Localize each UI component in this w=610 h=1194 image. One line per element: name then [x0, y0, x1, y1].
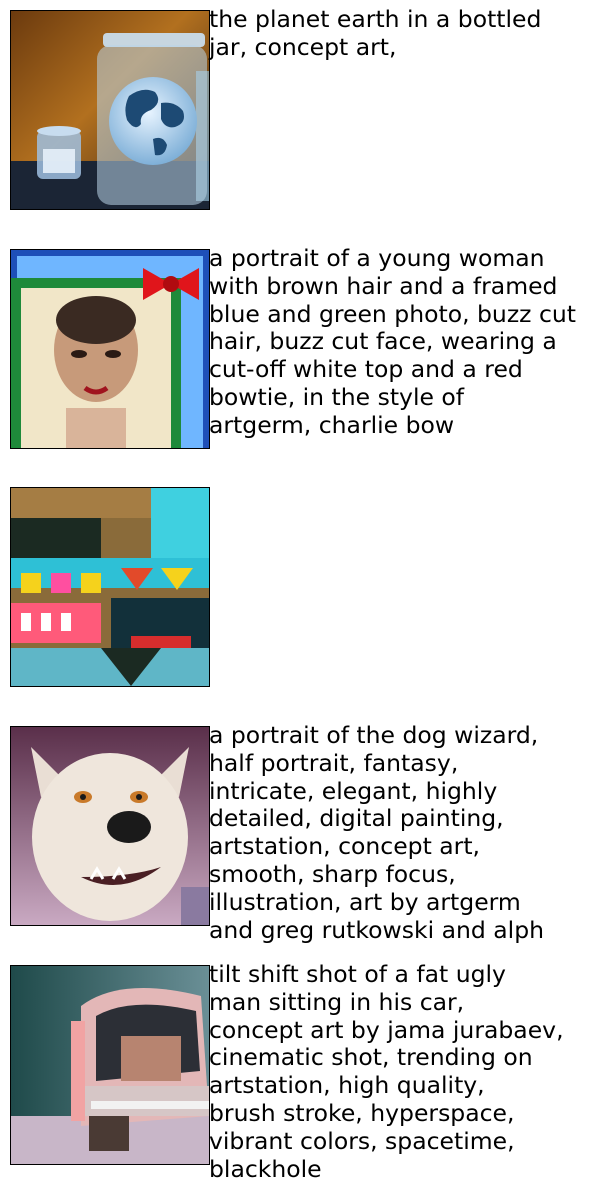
- image-caption: the planet earth in a bottled jar, conce…: [209, 5, 542, 61]
- generated-image-dog: [10, 726, 210, 926]
- generated-image-car: [10, 965, 210, 1165]
- white-wolf-picture: [11, 727, 209, 925]
- jar-globe-picture: [11, 11, 209, 209]
- abstract-pattern-picture: [11, 488, 209, 686]
- framed-portrait-picture: [11, 250, 209, 448]
- image-caption: a portrait of a young woman with brown h…: [209, 244, 576, 439]
- retro-car-picture: [11, 966, 209, 1164]
- image-caption: a portrait of the dog wizard, half portr…: [209, 721, 545, 944]
- generated-image-abstract: [10, 487, 210, 687]
- generated-image-earth-jar: [10, 10, 210, 210]
- image-caption: tilt shift shot of a fat ugly man sittin…: [209, 960, 564, 1183]
- generated-image-portrait: [10, 249, 210, 449]
